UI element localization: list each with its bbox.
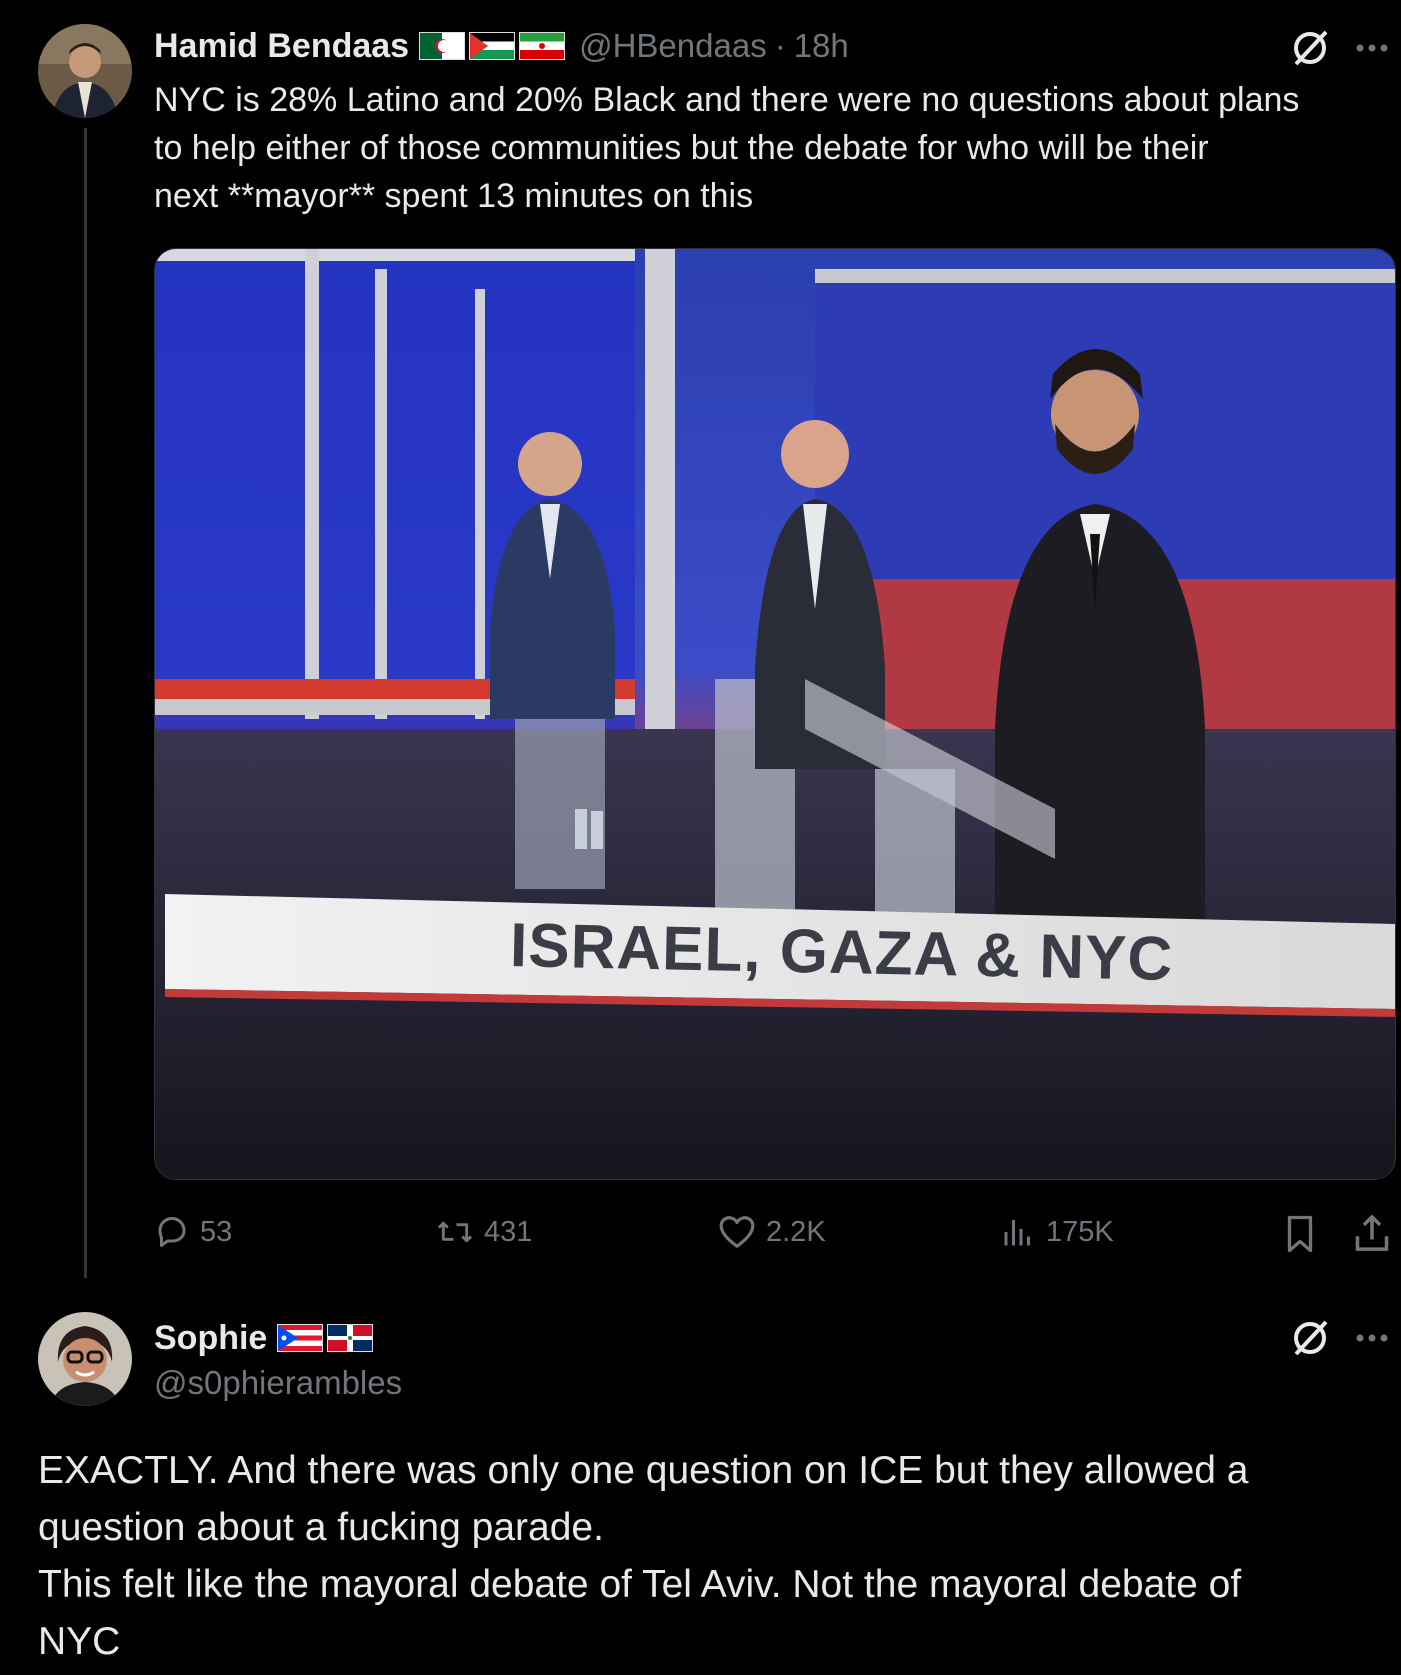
repost-count: 431 <box>484 1215 533 1248</box>
more-icon[interactable] <box>1352 1326 1392 1350</box>
tweet-header: Hamid Bendaas @HBendaas · 18h <box>154 24 849 68</box>
tweet-time[interactable]: 18h <box>794 27 849 65</box>
reply-author-handle[interactable]: @s0phierambles <box>154 1364 402 1402</box>
like-count: 2.2K <box>766 1215 826 1248</box>
reply-text-line: EXACTLY. And there was only one question… <box>38 1449 1249 1492</box>
tweet-text-line: to help either of those communities but … <box>154 129 1209 167</box>
repost-icon <box>437 1221 473 1243</box>
grok-icon[interactable] <box>1290 1318 1330 1358</box>
views-count: 175K <box>1046 1215 1114 1248</box>
like-button[interactable]: 2.2K <box>718 1214 826 1250</box>
reply-button[interactable]: 53 <box>154 1214 232 1250</box>
iran-flag-icon <box>519 32 566 60</box>
like-icon <box>719 1216 755 1248</box>
author-handle[interactable]: @HBendaas <box>579 27 767 65</box>
tweet-image[interactable]: ISRAEL, GAZA & NYC <box>154 248 1396 1180</box>
reply-count: 53 <box>200 1215 233 1248</box>
tweet-text-line: next **mayor** spent 13 minutes on this <box>154 177 754 215</box>
palestine-flag-icon <box>469 32 516 60</box>
share-icon[interactable] <box>1352 1212 1392 1254</box>
views-icon <box>1004 1220 1030 1246</box>
tweet-text: NYC is 28% Latino and 20% Black and ther… <box>154 76 1394 220</box>
reply-text: EXACTLY. And there was only one question… <box>38 1442 1388 1670</box>
puerto-rico-flag-icon <box>277 1324 324 1352</box>
repost-button[interactable]: 431 <box>436 1214 532 1250</box>
author-name[interactable]: Hamid Bendaas <box>154 27 409 66</box>
reply-text-line: question about a fucking parade. <box>38 1506 604 1549</box>
dominican-republic-flag-icon <box>327 1324 374 1352</box>
reply-author-avatar[interactable] <box>38 1312 132 1406</box>
reply-icon <box>158 1217 186 1247</box>
author-avatar[interactable] <box>38 24 132 118</box>
algeria-flag-icon <box>419 32 466 60</box>
bookmark-icon[interactable] <box>1282 1214 1318 1254</box>
reply-text-line: NYC <box>38 1620 121 1663</box>
tweet-text-line: NYC is 28% Latino and 20% Black and ther… <box>154 81 1300 119</box>
reply-header: Sophie <box>154 1316 374 1360</box>
reply-text-line: This felt like the mayoral debate of Tel… <box>38 1563 1242 1606</box>
grok-icon[interactable] <box>1290 28 1330 68</box>
thread-line <box>84 128 87 1278</box>
views-button[interactable]: 175K <box>1000 1214 1114 1250</box>
separator: · <box>774 27 786 64</box>
image-banner-text: ISRAEL, GAZA & NYC <box>509 911 1174 994</box>
more-icon[interactable] <box>1352 36 1392 60</box>
reply-author-name[interactable]: Sophie <box>154 1319 267 1358</box>
